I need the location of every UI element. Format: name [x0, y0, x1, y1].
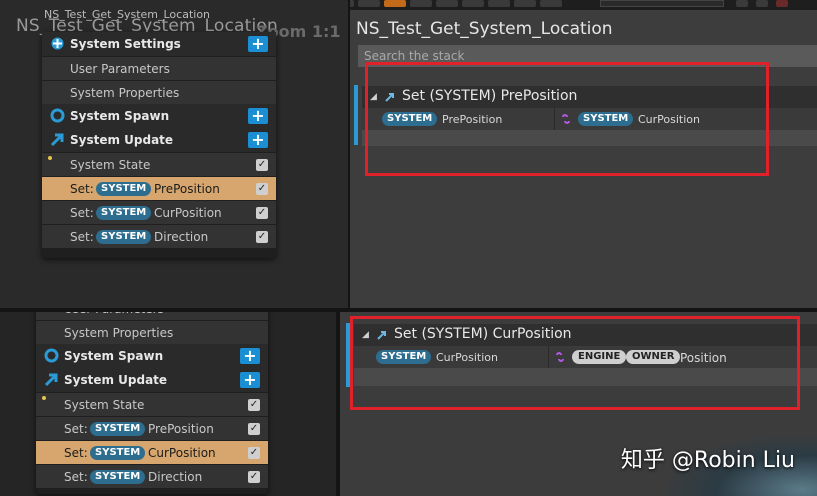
toolbar-icon[interactable]: [736, 0, 748, 7]
category-label: System Settings: [70, 37, 181, 51]
toolbar-button[interactable]: [358, 0, 380, 7]
category-label: System Spawn: [70, 109, 170, 123]
stack-title: NS_Test_Get_System_Location: [356, 19, 613, 39]
parameter-name: PrePosition: [148, 422, 214, 436]
toolbar-button[interactable]: [410, 0, 432, 7]
enabled-checkbox[interactable]: ✓: [248, 471, 260, 483]
category-system-spawn[interactable]: System Spawn +: [42, 104, 276, 128]
node-stub-label: NS_Test_Get_System_Location: [44, 8, 211, 21]
category-system-spawn[interactable]: System Spawn +: [36, 344, 268, 368]
highlight-box: [365, 62, 769, 176]
item-label: System State: [64, 398, 145, 412]
system-node[interactable]: System Settings + User Parameters System Pr…: [42, 32, 276, 258]
set-module-curposition[interactable]: Set: SYSTEM CurPosition ✓: [42, 200, 276, 224]
toolbar-button-active[interactable]: [384, 0, 406, 7]
item-label: User Parameters: [64, 312, 164, 316]
add-module-button[interactable]: +: [240, 348, 260, 364]
settings-icon: [50, 36, 65, 51]
set-module-direction[interactable]: Set: SYSTEM Direction ✓: [42, 224, 276, 248]
item-label: System Properties: [64, 326, 174, 340]
set-label: Set:: [64, 470, 88, 484]
item-label: User Parameters: [70, 62, 170, 76]
status-dot: [48, 156, 52, 160]
close-icon[interactable]: [776, 0, 788, 7]
stack-item-system-state[interactable]: System State ✓: [42, 152, 276, 176]
toolbar-button[interactable]: [540, 0, 562, 7]
namespace-pill: SYSTEM: [90, 422, 146, 436]
enabled-checkbox[interactable]: ✓: [256, 183, 268, 195]
stack-item-system-state[interactable]: System State ✓: [36, 392, 268, 416]
screenshot-root: NS_Test_Get_System_Location Zoom 1:1 NS_…: [0, 0, 817, 496]
add-module-button[interactable]: +: [248, 36, 268, 52]
category-system-update[interactable]: System Update +: [42, 128, 276, 152]
namespace-pill: SYSTEM: [90, 470, 146, 484]
add-module-button[interactable]: +: [248, 132, 268, 148]
system-node[interactable]: User Parameters System Properties System S…: [36, 312, 268, 494]
item-label: System Properties: [70, 86, 180, 100]
parameter-name: CurPosition: [148, 446, 216, 460]
stack-item-system-properties[interactable]: System Properties: [36, 320, 268, 344]
stack-item-user-parameters[interactable]: User Parameters: [36, 312, 268, 320]
category-system-update[interactable]: System Update +: [36, 368, 268, 392]
add-module-button[interactable]: +: [248, 108, 268, 124]
system-graph-bottom[interactable]: User Parameters System Properties System S…: [0, 312, 336, 496]
toolbar-search-input[interactable]: [600, 0, 724, 7]
enabled-checkbox[interactable]: ✓: [256, 159, 268, 171]
stack-item-system-properties[interactable]: System Properties: [42, 80, 276, 104]
set-label: Set:: [70, 206, 94, 220]
namespace-pill: SYSTEM: [90, 446, 146, 460]
enabled-checkbox[interactable]: ✓: [248, 447, 260, 459]
category-system-settings[interactable]: System Settings +: [42, 32, 276, 56]
toolbar-button[interactable]: [514, 0, 536, 7]
namespace-pill: SYSTEM: [96, 230, 152, 244]
watermark: 知乎 @Robin Liu: [620, 448, 795, 473]
set-label: Set:: [64, 446, 88, 460]
highlight-box: [350, 316, 800, 410]
toolbar-button[interactable]: [436, 0, 458, 7]
system-graph-top[interactable]: NS_Test_Get_System_Location Zoom 1:1 NS_…: [0, 0, 348, 308]
category-label: System Spawn: [64, 349, 164, 363]
enabled-checkbox[interactable]: ✓: [248, 399, 260, 411]
namespace-pill: SYSTEM: [96, 182, 152, 196]
spawn-icon: [44, 348, 59, 363]
set-module-direction[interactable]: Set: SYSTEM Direction ✓: [36, 464, 268, 488]
enabled-checkbox[interactable]: ✓: [256, 207, 268, 219]
namespace-pill: SYSTEM: [96, 206, 152, 220]
item-label: System State: [70, 158, 151, 172]
parameter-name: Direction: [148, 470, 203, 484]
set-module-preposition[interactable]: Set: SYSTEM PrePosition ✓: [36, 416, 268, 440]
set-label: Set:: [70, 182, 94, 196]
toolbar-button[interactable]: [488, 0, 510, 7]
update-icon: [50, 132, 65, 147]
enabled-checkbox[interactable]: ✓: [248, 423, 260, 435]
status-dot: [42, 396, 46, 400]
update-icon: [44, 372, 59, 387]
toolbar-icon[interactable]: [756, 0, 768, 7]
set-label: Set:: [64, 422, 88, 436]
module-accent-bar: [354, 85, 358, 145]
parameter-name: Direction: [154, 230, 209, 244]
add-module-button[interactable]: +: [240, 372, 260, 388]
category-label: System Update: [64, 373, 168, 387]
toolbar-button[interactable]: [462, 0, 484, 7]
parameter-name: CurPosition: [154, 206, 222, 220]
set-module-preposition[interactable]: Set: SYSTEM PrePosition ✓: [42, 176, 276, 200]
category-label: System Update: [70, 133, 174, 147]
set-module-curposition[interactable]: Set: SYSTEM CurPosition ✓: [36, 440, 268, 464]
enabled-checkbox[interactable]: ✓: [256, 231, 268, 243]
parameter-name: PrePosition: [154, 182, 220, 196]
set-label: Set:: [70, 230, 94, 244]
spawn-icon: [50, 108, 65, 123]
stack-item-user-parameters[interactable]: User Parameters: [42, 56, 276, 80]
